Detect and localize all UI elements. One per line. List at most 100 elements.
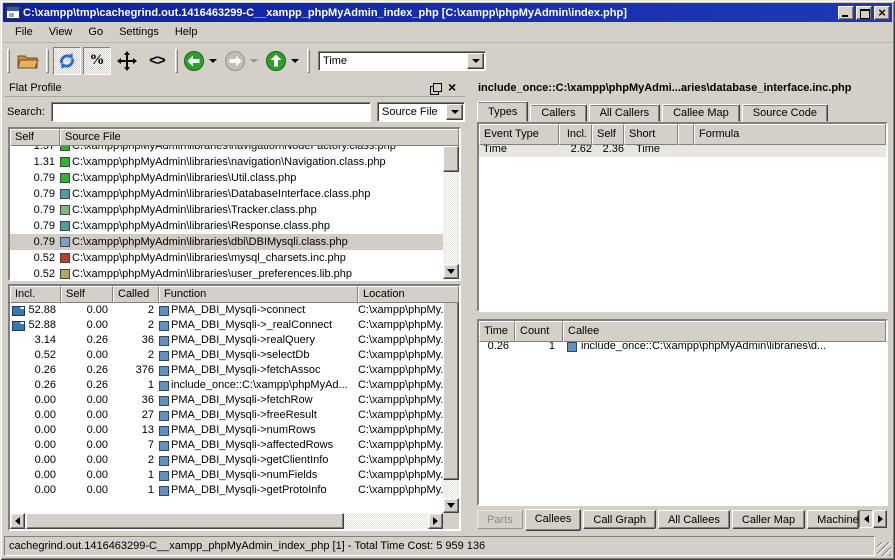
- function-table-body: 52.880.002PMA_DBI_Mysqli->connectC:\xamp…: [10, 303, 443, 513]
- up-button[interactable]: [264, 49, 288, 73]
- column-header-location[interactable]: Location: [358, 286, 459, 303]
- menu-go[interactable]: Go: [81, 24, 110, 40]
- toolbar-grip3[interactable]: [175, 49, 178, 73]
- file-path: C:\xampp\phpMyAdmin\libraries\dbi\DBIMys…: [72, 234, 443, 250]
- tab-callees[interactable]: Callees: [525, 509, 582, 531]
- column-header-time[interactable]: Time: [479, 321, 515, 342]
- tab-all-callers[interactable]: All Callers: [589, 104, 661, 122]
- function-row[interactable]: 0.000.0036PMA_DBI_Mysqli->fetchRowC:\xam…: [10, 393, 443, 408]
- file-row[interactable]: 0.52C:\xampp\phpMyAdmin\libraries\mysql_…: [10, 250, 443, 266]
- column-header-incl[interactable]: Incl.: [10, 286, 61, 303]
- function-row[interactable]: 0.000.0027PMA_DBI_Mysqli->freeResultC:\x…: [10, 408, 443, 423]
- event-type-combobox[interactable]: Time: [318, 51, 486, 71]
- function-row[interactable]: 0.000.001PMA_DBI_Mysqli->getProtoInfoC:\…: [10, 483, 443, 498]
- source-swap-button[interactable]: <>: [143, 47, 171, 75]
- scroll-down-icon[interactable]: [443, 498, 459, 513]
- column-header-blank[interactable]: [678, 124, 694, 145]
- column-header-incl[interactable]: Incl.: [559, 124, 592, 145]
- maximize-button[interactable]: [856, 6, 872, 20]
- column-header-called[interactable]: Called: [113, 286, 159, 303]
- function-color-icon: [159, 486, 169, 496]
- tab-all-callees[interactable]: All Callees: [658, 510, 730, 529]
- function-row[interactable]: 0.260.261include_once::C:\xampp\phpMyAd.…: [10, 378, 443, 393]
- file-row[interactable]: 0.79C:\xampp\phpMyAdmin\libraries\Respon…: [10, 218, 443, 234]
- close-button[interactable]: [874, 6, 890, 20]
- column-header-source-file[interactable]: Source File: [60, 129, 459, 146]
- toolbar-grip[interactable]: [7, 49, 10, 73]
- minimize-button[interactable]: [838, 6, 854, 20]
- scrollbar-thumb[interactable]: [443, 146, 459, 172]
- file-row[interactable]: 0.79C:\xampp\phpMyAdmin\libraries\dbi\DB…: [10, 234, 443, 250]
- column-header-event-type[interactable]: Event Type: [479, 124, 559, 145]
- menu-file[interactable]: File: [8, 24, 40, 40]
- file-color-icon: [60, 173, 70, 183]
- function-row[interactable]: 52.880.002PMA_DBI_Mysqli->_realConnectC:…: [10, 318, 443, 333]
- column-header-function[interactable]: Function: [159, 286, 358, 303]
- function-location: C:\xampp\phpMy...: [358, 303, 443, 318]
- toolbar-grip2[interactable]: [46, 49, 49, 73]
- column-header-formula[interactable]: Formula: [694, 124, 886, 145]
- menu-view[interactable]: View: [42, 24, 80, 40]
- function-incl: 0.00: [10, 408, 61, 423]
- function-cell: PMA_DBI_Mysqli->realQuery: [159, 333, 358, 348]
- tab-callers[interactable]: Callers: [530, 104, 586, 122]
- reload-button[interactable]: [53, 47, 81, 75]
- tab-scroll-right-icon[interactable]: [873, 510, 887, 528]
- column-header-count[interactable]: Count: [515, 321, 563, 342]
- tab-types[interactable]: Types: [477, 101, 528, 122]
- file-table-vscrollbar[interactable]: [443, 129, 459, 279]
- percent-toggle-button[interactable]: %: [83, 47, 111, 75]
- close-dock-icon[interactable]: [447, 82, 461, 95]
- scroll-right-icon[interactable]: [428, 513, 443, 529]
- function-color-icon: [567, 342, 577, 352]
- function-table-hscrollbar[interactable]: [10, 513, 443, 529]
- column-header-callee[interactable]: Callee: [563, 321, 886, 342]
- function-row[interactable]: 0.260.26376PMA_DBI_Mysqli->fetchAssocC:\…: [10, 363, 443, 378]
- group-dropdown-button[interactable]: [446, 104, 463, 120]
- title-bar[interactable]: C:\xampp\tmp\cachegrind.out.1416463299-C…: [3, 3, 892, 22]
- tab-callee-map[interactable]: Callee Map: [662, 104, 740, 122]
- file-row[interactable]: 0.79C:\xampp\phpMyAdmin\libraries\Databa…: [10, 186, 443, 202]
- tab-machine[interactable]: Machine: [807, 510, 859, 529]
- cycle-detection-button[interactable]: [113, 47, 141, 75]
- function-row[interactable]: 3.140.2636PMA_DBI_Mysqli->realQueryC:\xa…: [10, 333, 443, 348]
- tab-source-code[interactable]: Source Code: [742, 104, 828, 122]
- column-header-self[interactable]: Self: [61, 286, 113, 303]
- back-dropdown-icon[interactable]: [209, 59, 217, 63]
- column-header-short[interactable]: Short: [624, 124, 678, 145]
- function-incl: 3.14: [10, 333, 61, 348]
- group-combobox[interactable]: Source File: [377, 102, 465, 122]
- tab-caller-map[interactable]: Caller Map: [732, 510, 805, 529]
- tab-scroll-left-icon[interactable]: [859, 510, 873, 528]
- file-row[interactable]: 1.31C:\xampp\phpMyAdmin\libraries\naviga…: [10, 154, 443, 170]
- float-dock-icon[interactable]: [429, 82, 443, 95]
- scroll-left-icon[interactable]: [10, 513, 25, 529]
- file-row[interactable]: 0.52C:\xampp\phpMyAdmin\libraries\user_p…: [10, 266, 443, 279]
- menu-settings[interactable]: Settings: [112, 24, 166, 40]
- column-header-self[interactable]: Self: [10, 129, 60, 146]
- function-row[interactable]: 0.000.002PMA_DBI_Mysqli->getClientInfoC:…: [10, 453, 443, 468]
- open-file-button[interactable]: [14, 47, 42, 75]
- function-row[interactable]: 0.000.0013PMA_DBI_Mysqli->numRowsC:\xamp…: [10, 423, 443, 438]
- function-table-vscrollbar[interactable]: [443, 286, 459, 513]
- back-button[interactable]: [182, 49, 206, 73]
- column-header-self[interactable]: Self: [592, 124, 624, 145]
- function-row[interactable]: 0.000.001PMA_DBI_Mysqli->numFieldsC:\xam…: [10, 468, 443, 483]
- function-row[interactable]: 52.880.002PMA_DBI_Mysqli->connectC:\xamp…: [10, 303, 443, 318]
- scroll-down-icon[interactable]: [443, 264, 459, 279]
- search-input[interactable]: [51, 102, 371, 122]
- tab-call-graph[interactable]: Call Graph: [583, 510, 656, 529]
- file-row[interactable]: 1.57C:\xampp\phpMyAdmin\libraries\naviga…: [10, 146, 443, 154]
- scrollbar-thumb[interactable]: [26, 513, 344, 529]
- file-row[interactable]: 0.79C:\xampp\phpMyAdmin\libraries\Tracke…: [10, 202, 443, 218]
- scrollbar-thumb[interactable]: [443, 302, 459, 480]
- menu-help[interactable]: Help: [168, 24, 205, 40]
- combobox-dropdown-button[interactable]: [467, 53, 484, 69]
- function-row[interactable]: 0.000.007PMA_DBI_Mysqli->affectedRowsC:\…: [10, 438, 443, 453]
- function-color-icon: [159, 471, 169, 481]
- up-dropdown-icon[interactable]: [291, 59, 299, 63]
- toolbar-grip4[interactable]: [307, 49, 310, 73]
- file-row[interactable]: 0.79C:\xampp\phpMyAdmin\libraries\Util.c…: [10, 170, 443, 186]
- function-row[interactable]: 0.520.002PMA_DBI_Mysqli->selectDbC:\xamp…: [10, 348, 443, 363]
- resize-grip[interactable]: [877, 542, 891, 556]
